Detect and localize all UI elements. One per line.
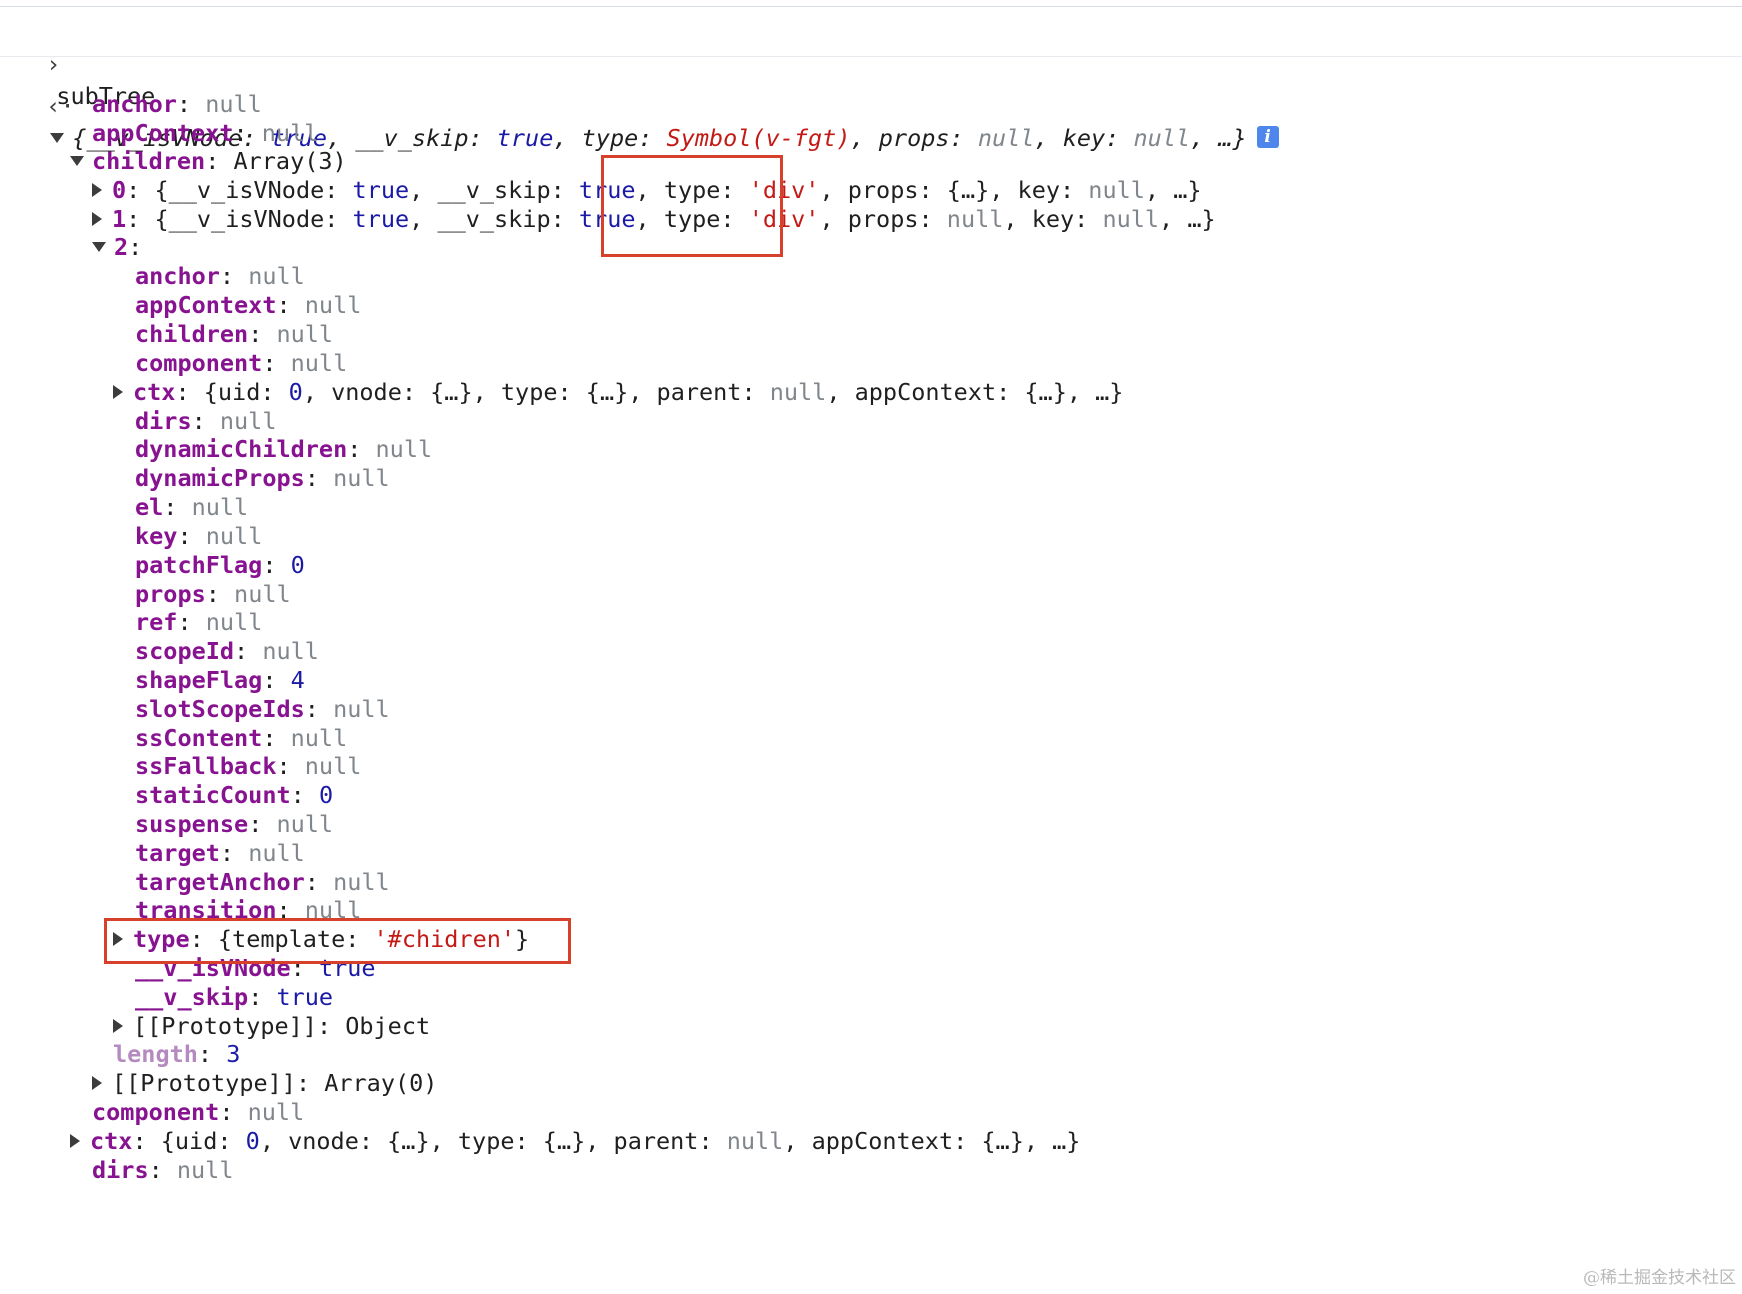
prop-line: ref: null [135, 608, 263, 636]
highlight-box-type-div [601, 155, 783, 257]
collapse-triangle-icon[interactable] [92, 182, 102, 197]
collapse-triangle-icon[interactable] [70, 1133, 80, 1148]
prop-line-ctx[interactable]: ctx: {uid: 0, vnode: {…}, type: {…}, par… [70, 1125, 1080, 1157]
prop-line: dirs: null [92, 1156, 234, 1184]
watermark-text: @稀土掘金技术社区 [1583, 1268, 1736, 1288]
collapse-triangle-icon[interactable] [92, 1075, 102, 1090]
collapse-triangle-icon[interactable] [113, 1018, 123, 1033]
prop-line: staticCount: 0 [135, 781, 334, 809]
prop-line: target: null [135, 839, 305, 867]
prop-line-children[interactable]: children: Array(3) [70, 145, 347, 177]
prop-line: length: 3 [113, 1040, 241, 1068]
info-icon[interactable]: i [1256, 125, 1279, 148]
prop-line: appContext: null [135, 291, 362, 319]
console-result-row[interactable]: ‹· {__v_isVNode: true, __v_skip: true, t… [18, 58, 1279, 152]
prop-line: ssFallback: null [135, 752, 362, 780]
collapse-triangle-icon[interactable] [92, 211, 102, 226]
collapse-triangle-icon[interactable] [113, 384, 123, 399]
prop-line: children: null [135, 320, 334, 348]
highlight-box-type-template [104, 918, 571, 964]
prop-line: anchor: null [135, 262, 305, 290]
console-top-border [0, 6, 1742, 7]
prop-line-ctx[interactable]: ctx: {uid: 0, vnode: {…}, type: {…}, par… [113, 376, 1123, 408]
expand-triangle-icon[interactable] [92, 241, 106, 252]
expand-triangle-icon[interactable] [50, 132, 65, 143]
prop-line: __v_skip: true [135, 983, 334, 1011]
prop-line: component: null [135, 349, 348, 377]
prop-line: shapeFlag: 4 [135, 666, 305, 694]
prop-line: suspense: null [135, 810, 334, 838]
prop-line: patchFlag: 0 [135, 551, 305, 579]
array-item-2[interactable]: 2: [92, 231, 142, 263]
console-separator [0, 56, 1742, 57]
console-input-row[interactable]: › subTree [18, 16, 155, 110]
prop-line-prototype[interactable]: [[Prototype]]: Array(0) [92, 1067, 437, 1099]
prop-line: anchor: null [92, 90, 262, 118]
prop-line: dynamicChildren: null [135, 435, 433, 463]
prop-line: scopeId: null [135, 637, 319, 665]
prop-line: el: null [135, 493, 249, 521]
prop-line: key: null [135, 522, 263, 550]
prop-line: dynamicProps: null [135, 464, 390, 492]
prop-line: component: null [92, 1098, 305, 1126]
expand-triangle-icon[interactable] [70, 155, 84, 166]
prop-line: slotScopeIds: null [135, 695, 390, 723]
result-arrow-icon: ‹· [46, 92, 75, 120]
